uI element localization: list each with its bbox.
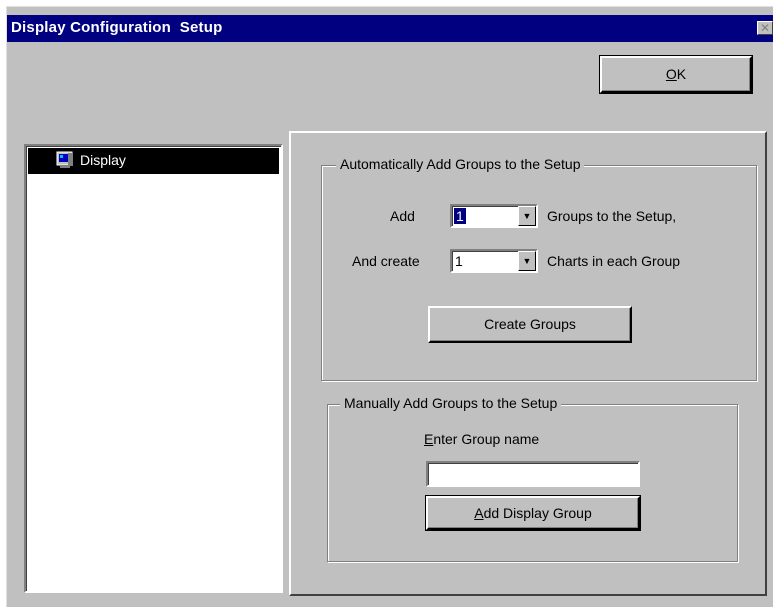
groups-count-value: 1: [454, 208, 466, 224]
group-name-label: Enter Group name: [424, 431, 539, 447]
title-bar[interactable]: Display Configuration Setup: [7, 15, 773, 42]
create-groups-button[interactable]: Create Groups: [428, 306, 632, 343]
window-title: Display Configuration Setup: [11, 19, 223, 36]
add-display-group-rest: dd Display Group: [483, 505, 592, 521]
display-tree[interactable]: Display: [24, 144, 283, 593]
auto-add-groupbox: Automatically Add Groups to the Setup Ad…: [321, 156, 757, 381]
charts-count-value: 1: [455, 253, 463, 269]
add-display-group-button[interactable]: Add Display Group: [425, 495, 641, 531]
auto-add-legend: Automatically Add Groups to the Setup: [336, 156, 585, 172]
chevron-down-icon[interactable]: ▼: [518, 206, 536, 226]
monitor-icon: [56, 151, 75, 169]
ok-rest: K: [676, 66, 687, 82]
ok-button[interactable]: OK: [599, 55, 753, 94]
group-name-rest: nter Group name: [433, 431, 540, 447]
ok-accel: O: [665, 66, 677, 82]
group-name-input[interactable]: [426, 461, 640, 487]
tree-item-display[interactable]: Display: [28, 148, 279, 174]
close-icon[interactable]: ✕: [757, 21, 773, 35]
dialog-window: Display Configuration Setup ✕ OK Display…: [6, 6, 773, 607]
group-name-accel: E: [424, 431, 434, 447]
manual-add-legend: Manually Add Groups to the Setup: [340, 395, 562, 411]
config-panel: Automatically Add Groups to the Setup Ad…: [289, 131, 767, 596]
manual-add-groupbox: Manually Add Groups to the Setup Enter G…: [327, 395, 738, 562]
charts-suffix-label: Charts in each Group: [547, 253, 681, 269]
groups-count-select[interactable]: 1 ▼: [450, 204, 538, 228]
create-label: And create: [352, 253, 420, 269]
groups-suffix-label: Groups to the Setup,: [547, 208, 677, 224]
tree-item-label: Display: [80, 152, 126, 168]
chevron-down-icon[interactable]: ▼: [518, 251, 536, 271]
charts-count-select[interactable]: 1 ▼: [450, 249, 538, 273]
add-display-group-accel: A: [474, 505, 484, 521]
add-label: Add: [390, 208, 415, 224]
